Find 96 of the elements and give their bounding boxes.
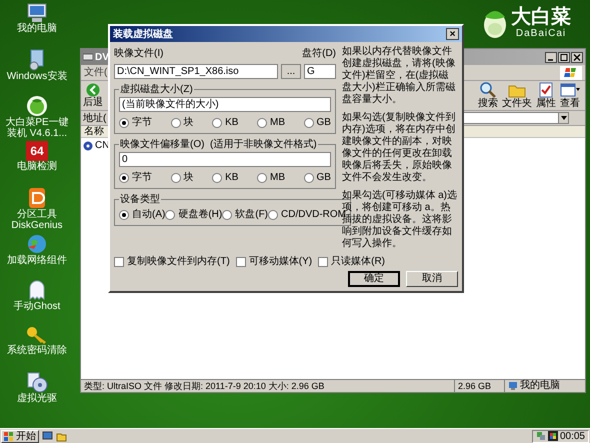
drive-letter-label: 盘符(D) xyxy=(302,47,336,61)
toolbar-button[interactable]: 属性 xyxy=(536,82,556,109)
radio-button[interactable] xyxy=(212,172,222,182)
radio-button[interactable] xyxy=(119,172,129,182)
radio-button[interactable] xyxy=(256,118,267,128)
cabbage-icon xyxy=(26,95,48,117)
dialog-title: 装载虚拟磁盘 xyxy=(113,28,173,42)
document-check-icon xyxy=(538,82,554,98)
window-title: DV xyxy=(95,50,109,64)
minimize-icon[interactable] xyxy=(545,52,557,62)
browse-button[interactable]: ... xyxy=(281,64,301,79)
desktop-icon-label[interactable]: 装机 V4.6.1... xyxy=(6,128,68,139)
toolbar-button[interactable]: 搜索 xyxy=(478,82,498,109)
radio-label: 字节 xyxy=(132,170,152,185)
status-text: 类型: UltraISO 文件 修改日期: 2011-7-9 20:10 大小: 2.96 GB xyxy=(81,380,455,392)
group-title: 映像文件偏移量(O) (适用于非映像文件格式) xyxy=(119,138,318,152)
radio-label: 自动(A) xyxy=(132,208,166,222)
radio-button[interactable] xyxy=(304,118,314,128)
computer-icon xyxy=(26,3,48,23)
benchmark-icon: 64 xyxy=(26,141,48,161)
desktop-icon-label[interactable]: 电脑检测 xyxy=(17,161,57,172)
radio-label: KB xyxy=(225,116,238,130)
radio-label: 字节 xyxy=(132,116,152,130)
help-text: 如果以内存代替映像文件创建虚拟磁盘，请将(映像文件)栏留空，在(虚拟磁盘大小)栏正确输入所需磁盘容量大小。 xyxy=(342,46,456,106)
radio-button[interactable] xyxy=(304,172,314,182)
radio-button[interactable] xyxy=(165,210,176,220)
close-icon[interactable] xyxy=(571,52,583,62)
status-size: 2.96 GB xyxy=(455,380,505,392)
radio-button[interactable] xyxy=(212,118,222,128)
radio-label: 块 xyxy=(184,170,194,185)
help-text: 如果勾选(复制映像文件到内存)选项，将在内存中创建映像文件的副本，对映像文件的任何更改在卸载映像后将丢失，原始映像文件不会发生改变。 xyxy=(342,112,456,184)
logo-title: 大白菜 xyxy=(511,6,571,28)
windows-flag-icon xyxy=(560,66,582,80)
partition-icon xyxy=(27,187,47,209)
folder-shortcut-icon[interactable] xyxy=(56,430,67,442)
close-button[interactable]: × xyxy=(446,28,459,40)
drive-icon xyxy=(83,53,93,61)
logo-subtitle: DaBaiCai xyxy=(516,28,566,39)
disc-icon xyxy=(26,371,48,393)
value-field[interactable]: (当前映像文件的大小) xyxy=(119,97,331,112)
desktop-icon-label[interactable]: 我的电脑 xyxy=(17,23,57,34)
maximize-icon[interactable] xyxy=(558,52,570,62)
address-label: 地址( xyxy=(83,112,106,126)
desktop-icon-label[interactable]: 手动Ghost xyxy=(14,301,60,312)
windows-flag-icon xyxy=(4,432,14,440)
radio-label: GB xyxy=(316,116,331,130)
desktop-icon-label[interactable]: DiskGenius xyxy=(11,220,63,231)
dialog-button[interactable]: 确定 xyxy=(348,271,400,287)
radio-button[interactable] xyxy=(119,210,129,220)
menu-item[interactable]: 文件( xyxy=(84,65,108,80)
toolbar-button[interactable]: 查看 xyxy=(560,82,580,109)
desktop-icon-label[interactable]: 虚拟光驱 xyxy=(17,393,57,404)
ghost-icon xyxy=(27,279,47,301)
checkbox[interactable] xyxy=(318,256,328,266)
group-title: 虚拟磁盘大小(Z) xyxy=(119,82,194,97)
radio-label: 软盘(F) xyxy=(235,208,268,222)
radio-label: 硬盘卷(H) xyxy=(178,208,222,222)
radio-label: MB xyxy=(270,171,285,185)
checkbox[interactable] xyxy=(114,256,124,266)
radio-label: GB xyxy=(316,171,331,185)
radio-label: 块 xyxy=(184,116,194,130)
drive-letter-field[interactable]: G xyxy=(304,64,336,79)
desktop-icon-label[interactable]: 加载网络组件 xyxy=(7,255,67,266)
image-file-label: 映像文件(I) xyxy=(114,46,164,61)
display-tray-icon[interactable] xyxy=(548,431,558,441)
dropdown-arrow-icon xyxy=(560,116,566,120)
status-location: 我的电脑 xyxy=(520,380,560,392)
image-path-field[interactable]: D:\CN_WINT_SP1_X86.iso xyxy=(114,64,278,79)
start-button[interactable]: 开始 xyxy=(1,430,39,442)
checkbox-label: 只读媒体(R) xyxy=(331,254,386,269)
radio-button[interactable] xyxy=(222,210,232,220)
views-icon xyxy=(560,82,580,98)
toolbar-button[interactable]: 文件夹 xyxy=(502,82,532,109)
radio-button[interactable] xyxy=(268,210,278,220)
radio-button[interactable] xyxy=(170,118,181,128)
globe-icon xyxy=(26,233,48,255)
search-icon xyxy=(479,82,497,98)
dialog-button[interactable]: 取消 xyxy=(406,271,458,287)
group-title: 设备类型 xyxy=(119,192,161,207)
radio-button[interactable] xyxy=(119,118,129,128)
desktop-icon-label[interactable]: 系统密码清除 xyxy=(7,345,67,356)
checkbox-label: 可移动媒体(Y) xyxy=(248,255,312,269)
radio-button[interactable] xyxy=(256,172,267,182)
desktop-icon-label[interactable]: 分区工具 xyxy=(17,209,57,220)
desktop-icon-label[interactable]: Windows安装 xyxy=(6,71,68,82)
checkbox[interactable] xyxy=(236,256,246,266)
key-icon xyxy=(26,325,48,345)
desktop-shortcut-icon[interactable] xyxy=(42,430,53,442)
radio-label: MB xyxy=(270,116,285,130)
desktop-icon-label[interactable]: 大白菜PE一键 xyxy=(5,117,69,128)
checkbox-label: 复制映像文件到内存(T) xyxy=(127,254,230,269)
radio-label: KB xyxy=(225,171,238,185)
clock: 00:05 xyxy=(560,430,585,443)
radio-button[interactable] xyxy=(170,172,181,182)
back-button[interactable]: 后退 xyxy=(83,83,103,108)
value-field[interactable]: 0 xyxy=(119,152,331,167)
